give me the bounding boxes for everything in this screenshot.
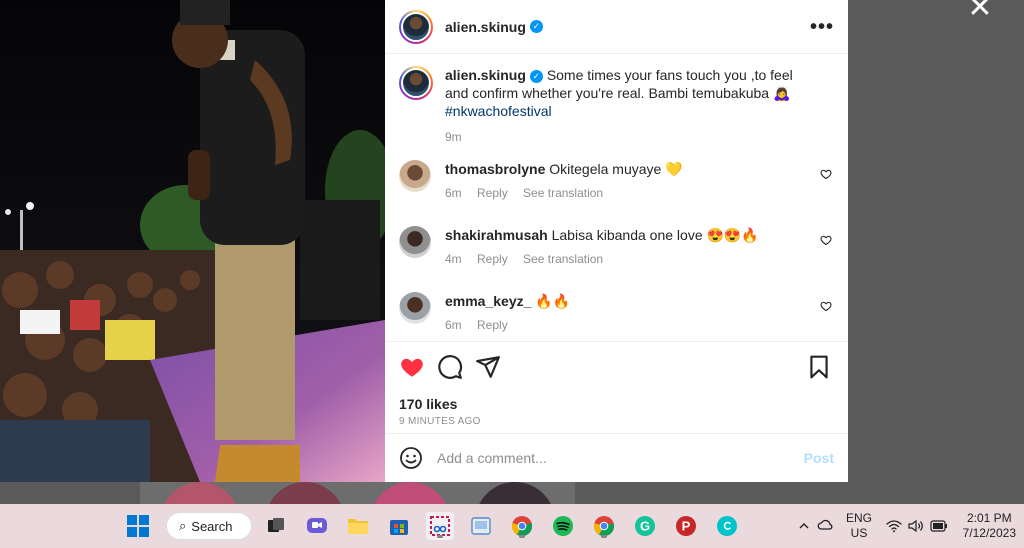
onedrive-sync-icon[interactable] <box>817 504 835 548</box>
pdf-app-icon[interactable]: P <box>672 512 700 540</box>
heart-outline-icon[interactable] <box>820 168 832 180</box>
commenter-avatar[interactable] <box>399 292 431 324</box>
comment-item: emma_keyz_ 🔥🔥 6m Reply <box>399 292 832 334</box>
post-actions: 170 likes 9 MINUTES AGO Post <box>385 341 848 482</box>
comment-text: 🔥🔥 <box>535 293 571 309</box>
region-code: US <box>850 526 868 540</box>
chrome-icon[interactable] <box>508 512 536 540</box>
comment-item: thomasbrolyne Okitegela muyaye 💛 6m Repl… <box>399 160 832 202</box>
volume-icon[interactable] <box>908 504 924 548</box>
commenter-avatar[interactable] <box>399 226 431 258</box>
commenter-username[interactable]: thomasbrolyne <box>445 161 545 177</box>
microsoft-store-icon[interactable] <box>385 512 413 540</box>
spotify-icon[interactable] <box>549 512 577 540</box>
post-header: alien.skinug ✓ ••• <box>385 0 848 54</box>
task-view-icon[interactable] <box>262 512 290 540</box>
svg-text:P: P <box>682 519 691 534</box>
photos-app-icon[interactable] <box>467 512 495 540</box>
post-timestamp: 9 MINUTES AGO <box>399 416 481 427</box>
close-icon[interactable]: ✕ <box>966 0 994 23</box>
caption-author-avatar[interactable] <box>399 66 433 100</box>
more-options-icon[interactable]: ••• <box>810 17 834 37</box>
emoji-icon[interactable] <box>399 446 423 470</box>
taskbar-search[interactable]: ⌕ Search <box>166 512 252 540</box>
caption-hashtag[interactable]: #nkwachofestival <box>445 103 552 119</box>
reply-button[interactable]: Reply <box>477 318 508 332</box>
battery-icon[interactable] <box>930 504 948 548</box>
comment-text: Labisa kibanda one love 😍😍🔥 <box>551 227 759 243</box>
snipping-tool-icon[interactable] <box>426 512 454 540</box>
commenter-avatar[interactable] <box>399 160 431 192</box>
caption-author-username[interactable]: alien.skinug <box>445 67 526 83</box>
caption-timestamp: 9m <box>445 130 462 144</box>
chat-icon[interactable] <box>303 512 331 540</box>
lang-code: ENG <box>846 511 873 525</box>
chrome-profile-icon[interactable] <box>590 512 618 540</box>
share-icon[interactable] <box>475 354 501 380</box>
commenter-username[interactable]: emma_keyz_ <box>445 293 531 309</box>
canva-icon[interactable] <box>713 512 741 540</box>
post-caption: alien.skinug ✓ Some times your fans touch… <box>399 66 832 146</box>
post-details-panel: alien.skinug ✓ ••• alien.skinug ✓ Some ti… <box>385 0 848 482</box>
post-comment-button[interactable]: Post <box>804 450 834 466</box>
see-translation-button[interactable]: See translation <box>523 252 603 266</box>
wifi-icon[interactable] <box>886 504 902 548</box>
windows-taskbar: ⌕ Search G P ENG US 2:01 PM 7/12/2023 <box>0 504 1024 548</box>
author-avatar[interactable] <box>399 9 433 44</box>
bookmark-icon[interactable] <box>806 354 832 380</box>
verified-badge-icon: ✓ <box>529 20 543 33</box>
grammarly-icon[interactable]: G <box>631 512 659 540</box>
heart-outline-icon[interactable] <box>820 300 832 312</box>
windows-start-icon[interactable] <box>124 512 152 540</box>
comment-timestamp: 6m <box>445 318 462 332</box>
comment-item: shakirahmusah Labisa kibanda one love 😍😍… <box>399 226 832 268</box>
comment-timestamp: 6m <box>445 186 462 200</box>
file-explorer-icon[interactable] <box>344 512 372 540</box>
comment-input[interactable] <box>437 450 804 466</box>
input-language-indicator[interactable]: ENG US <box>846 511 872 541</box>
clock-date: 7/12/2023 <box>962 526 1016 540</box>
see-translation-button[interactable]: See translation <box>523 186 603 200</box>
heart-outline-icon[interactable] <box>820 234 832 246</box>
search-icon: ⌕ <box>179 518 187 533</box>
verified-badge-icon: ✓ <box>529 70 543 83</box>
clock-time: 2:01 PM <box>966 511 1012 525</box>
comments-section[interactable]: alien.skinug ✓ Some times your fans touch… <box>385 54 848 341</box>
search-label: Search <box>191 518 233 534</box>
svg-text:G: G <box>640 519 650 534</box>
commenter-username[interactable]: shakirahmusah <box>445 227 548 243</box>
system-clock[interactable]: 2:01 PM 7/12/2023 <box>963 511 1016 541</box>
post-photo <box>0 0 385 482</box>
show-hidden-icons-chevron-icon[interactable] <box>798 504 810 548</box>
reply-button[interactable]: Reply <box>477 186 508 200</box>
comment-icon[interactable] <box>437 354 463 380</box>
comment-text: Okitegela muyaye 💛 <box>549 161 683 177</box>
heart-filled-icon[interactable] <box>399 354 425 380</box>
author-username[interactable]: alien.skinug <box>445 19 526 35</box>
comment-timestamp: 4m <box>445 252 462 266</box>
reply-button[interactable]: Reply <box>477 252 508 266</box>
likes-count[interactable]: 170 likes <box>399 396 832 412</box>
add-comment-bar: Post <box>385 433 848 482</box>
